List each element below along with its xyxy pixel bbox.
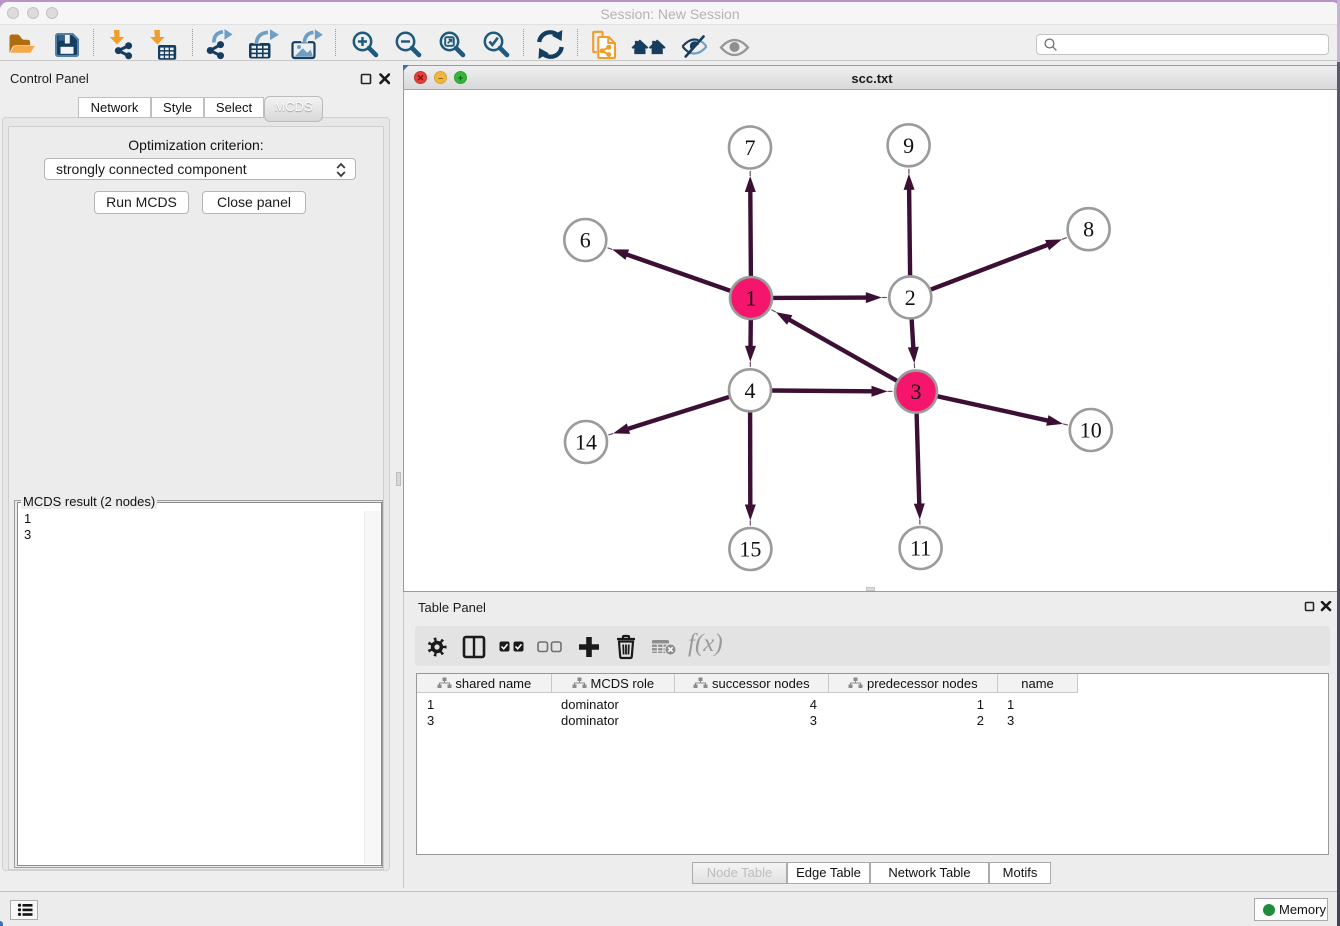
svg-text:11: 11 bbox=[910, 536, 931, 561]
svg-text:7: 7 bbox=[745, 135, 756, 160]
svg-text:9: 9 bbox=[903, 133, 914, 158]
svg-text:10: 10 bbox=[1080, 418, 1102, 443]
svg-text:4: 4 bbox=[745, 378, 756, 403]
svg-text:3: 3 bbox=[911, 379, 922, 404]
svg-text:1: 1 bbox=[746, 286, 757, 311]
svg-text:2: 2 bbox=[905, 285, 916, 310]
svg-text:8: 8 bbox=[1083, 217, 1094, 242]
svg-text:6: 6 bbox=[580, 228, 591, 253]
svg-text:15: 15 bbox=[739, 537, 761, 562]
svg-text:14: 14 bbox=[575, 430, 597, 455]
